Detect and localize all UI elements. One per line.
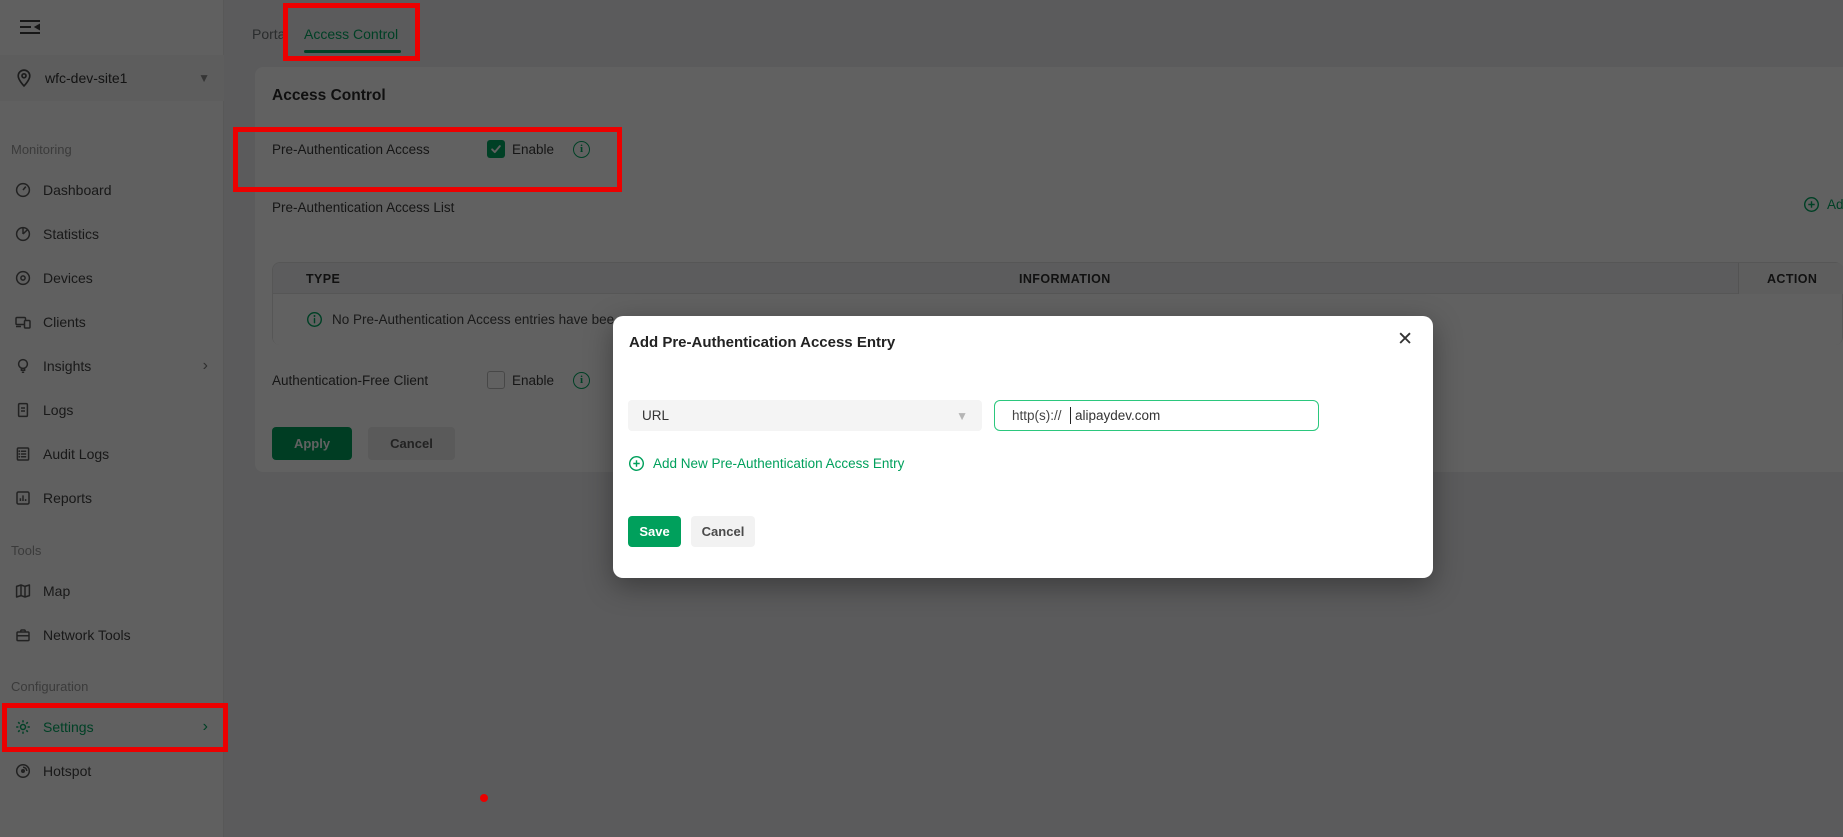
dialog-title: Add Pre-Authentication Access Entry <box>629 334 896 351</box>
save-button[interactable]: Save <box>628 516 681 547</box>
text-cursor <box>1069 407 1072 424</box>
entry-type-select[interactable]: URL ▼ <box>628 400 982 431</box>
plus-circle-icon <box>628 455 645 472</box>
add-new-entry-link-label: Add New Pre-Authentication Access Entry <box>653 456 905 471</box>
close-icon[interactable]: ✕ <box>1397 330 1413 349</box>
add-pre-auth-entry-dialog: Add Pre-Authentication Access Entry ✕ UR… <box>613 316 1433 578</box>
dialog-cancel-button[interactable]: Cancel <box>691 516 755 547</box>
url-input-value: alipaydev.com <box>1075 408 1161 423</box>
url-prefix-label: http(s):// <box>1012 408 1062 423</box>
add-new-entry-link[interactable]: Add New Pre-Authentication Access Entry <box>628 455 904 472</box>
app-root: wfc-dev-site1 ▼ Monitoring Dashboard Sta… <box>0 0 1843 837</box>
entry-type-value: URL <box>642 408 670 423</box>
url-input[interactable]: http(s):// alipaydev.com <box>994 400 1319 431</box>
chevron-down-icon: ▼ <box>956 408 968 423</box>
